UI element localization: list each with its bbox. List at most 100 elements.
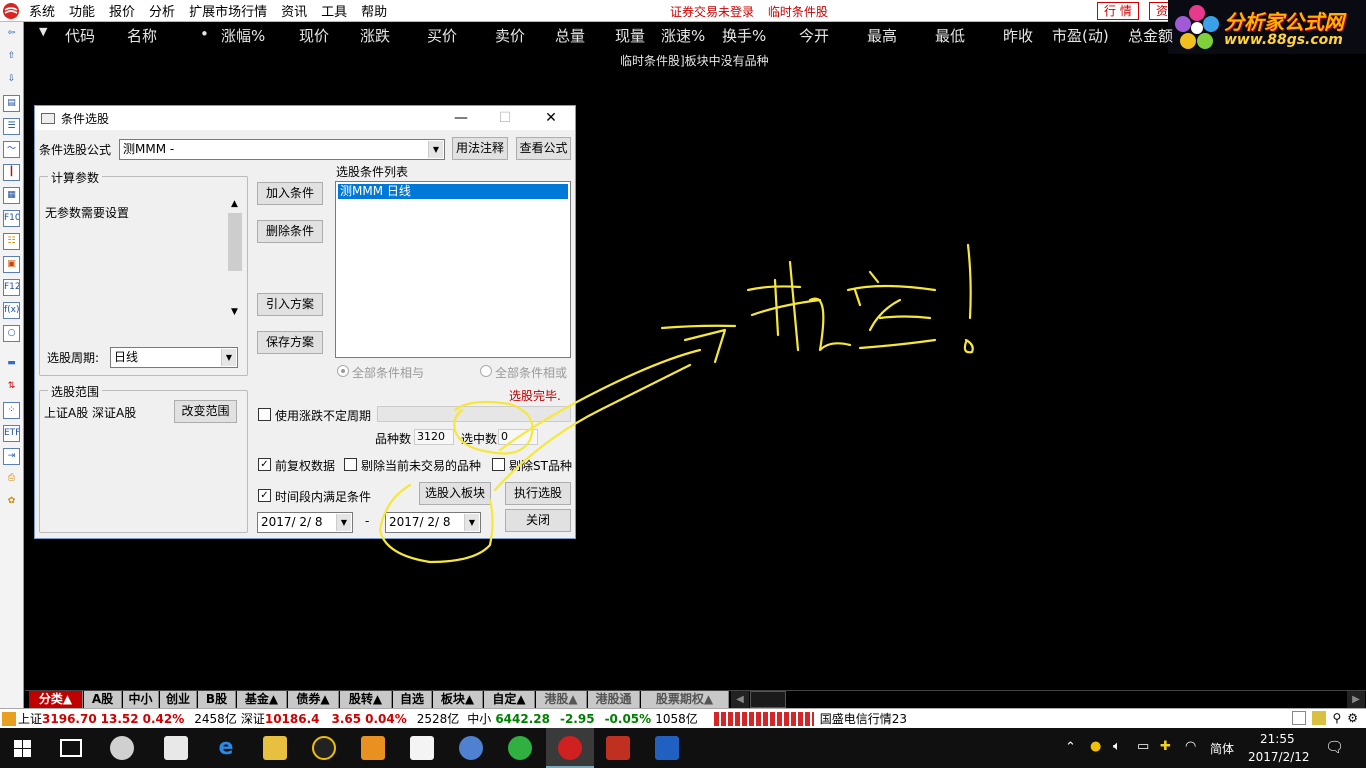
back-arrow-icon[interactable]: ⇦ xyxy=(3,26,20,43)
notification-icon[interactable]: 🗨︎ xyxy=(1325,738,1344,756)
line-chart-icon[interactable]: 〜 xyxy=(3,141,20,158)
scroll-right-icon[interactable]: ▶ xyxy=(1347,691,1365,708)
tab-stock-options[interactable]: 股票期权▲ xyxy=(641,691,729,708)
col-amount[interactable]: 总金额 xyxy=(1128,25,1173,46)
print-icon[interactable]: ⎙ xyxy=(3,471,20,488)
tab-funds[interactable]: 基金▲ xyxy=(237,691,287,708)
execute-screen-button[interactable]: 执行选股 xyxy=(505,482,571,505)
f12-icon[interactable]: F12 xyxy=(3,279,20,296)
chevron-down-icon[interactable]: ▼ xyxy=(464,514,479,531)
col-open[interactable]: 今开 xyxy=(799,25,829,46)
sz-index-value[interactable]: 10186.4 xyxy=(265,712,320,726)
scroll-thumb[interactable] xyxy=(228,213,242,271)
view-formula-button[interactable]: 查看公式 xyxy=(516,137,571,160)
file-explorer-icon[interactable] xyxy=(263,736,287,760)
tab-b-shares[interactable]: B股 xyxy=(198,691,236,708)
col-volume[interactable]: 总量 xyxy=(555,25,585,46)
tab-transfer[interactable]: 股转▲ xyxy=(340,691,392,708)
list-item[interactable]: 测MMM 日线 xyxy=(338,184,568,199)
edge-icon[interactable]: e xyxy=(214,736,238,760)
condition-list[interactable]: 测MMM 日线 xyxy=(335,181,571,358)
tab-hk-connect[interactable]: 港股通 xyxy=(588,691,640,708)
add-condition-button[interactable]: 加入条件 xyxy=(257,182,323,205)
news-icon[interactable]: ☷ xyxy=(3,233,20,250)
radio-all-or[interactable] xyxy=(480,365,492,377)
app-swirl-icon[interactable] xyxy=(110,736,134,760)
col-speed[interactable]: 涨速% xyxy=(661,25,705,46)
quote-button[interactable]: 行 情 xyxy=(1097,2,1139,20)
tab-a-shares[interactable]: A股 xyxy=(84,691,122,708)
tray-plus-icon[interactable]: ✚ xyxy=(1160,739,1171,754)
store-icon[interactable] xyxy=(164,736,188,760)
col-prev-close[interactable]: 昨收 xyxy=(1003,25,1033,46)
adjust-checkbox[interactable]: ✓ xyxy=(258,458,271,471)
time-range-checkbox[interactable]: ✓ xyxy=(258,489,271,502)
sort-icon[interactable]: ⇅ xyxy=(3,379,20,396)
f10-icon[interactable]: F10 xyxy=(3,210,20,227)
chevron-down-icon[interactable]: ▼ xyxy=(336,514,351,531)
tab-hk-stocks[interactable]: 港股▲ xyxy=(536,691,587,708)
document-icon[interactable] xyxy=(410,736,434,760)
column-menu-arrow[interactable]: ▼ xyxy=(39,25,47,38)
scroll-up-icon[interactable]: ▲ xyxy=(231,199,238,209)
exclude-st-checkbox[interactable] xyxy=(492,458,505,471)
date-to-picker[interactable]: 2017/ 2/ 8 ▼ xyxy=(385,512,481,533)
up-arrow-icon[interactable]: ⇧ xyxy=(3,49,20,66)
usage-notes-button[interactable]: 用法注释 xyxy=(452,137,508,160)
task-view-icon[interactable] xyxy=(60,739,82,757)
save-plan-button[interactable]: 保存方案 xyxy=(257,331,323,354)
tab-bonds[interactable]: 债券▲ xyxy=(288,691,339,708)
params-scrollbar[interactable]: ▲ ▼ xyxy=(227,197,243,321)
col-change-pct[interactable]: 涨幅% xyxy=(221,25,265,46)
list-icon[interactable]: ☰ xyxy=(3,118,20,135)
date-from-picker[interactable]: 2017/ 2/ 8 ▼ xyxy=(257,512,353,533)
windows-start-icon[interactable] xyxy=(14,740,31,757)
change-range-button[interactable]: 改变范围 xyxy=(174,400,237,423)
radio-all-and[interactable] xyxy=(337,365,349,377)
add-to-block-button[interactable]: 选股入板块 xyxy=(419,482,491,505)
col-low[interactable]: 最低 xyxy=(935,25,965,46)
col-name[interactable]: 名称 xyxy=(127,25,157,46)
tab-category[interactable]: 分类▲ xyxy=(29,691,83,708)
network-icon[interactable]: ⚙ xyxy=(1347,711,1358,725)
menu-function[interactable]: 功能 xyxy=(62,1,102,20)
menu-news[interactable]: 资讯 xyxy=(274,1,314,20)
index-menu-icon[interactable] xyxy=(2,711,16,726)
minimize-icon[interactable]: — xyxy=(439,106,483,130)
battery-icon[interactable]: ▭ xyxy=(1137,739,1149,754)
period-select[interactable]: 日线 ▼ xyxy=(110,347,238,368)
scroll-down-icon[interactable]: ▼ xyxy=(231,307,238,317)
col-bid[interactable]: 买价 xyxy=(427,25,457,46)
settings-icon[interactable]: ✿ xyxy=(3,494,20,511)
col-code[interactable]: 代码 xyxy=(65,25,95,46)
col-high[interactable]: 最高 xyxy=(867,25,897,46)
menu-system[interactable]: 系统 xyxy=(22,1,62,20)
input-language[interactable]: 简体 xyxy=(1210,740,1234,757)
tab-sme[interactable]: 中小 xyxy=(123,691,159,708)
folder-icon[interactable]: ▬ xyxy=(3,356,20,373)
etf-icon[interactable]: ETF xyxy=(3,425,20,442)
dialog-titlebar[interactable]: 条件选股 — ☐ ✕ xyxy=(35,106,575,130)
chevron-down-icon[interactable]: ▼ xyxy=(428,141,443,158)
tab-scroll-thumb[interactable] xyxy=(750,691,786,708)
col-pe[interactable]: 市盈(动) xyxy=(1052,25,1109,46)
login-status[interactable]: 证券交易未登录 xyxy=(670,5,754,19)
col-ask[interactable]: 卖价 xyxy=(495,25,525,46)
clock-date[interactable]: 2017/2/12 xyxy=(1248,750,1310,764)
word-icon[interactable] xyxy=(655,736,679,760)
delete-condition-button[interactable]: 删除条件 xyxy=(257,220,323,243)
stock-app-icon[interactable] xyxy=(558,736,582,760)
circle-icon[interactable]: ○ xyxy=(3,325,20,342)
import-plan-button[interactable]: 引入方案 xyxy=(257,293,323,316)
formula-icon[interactable]: f(x) xyxy=(3,302,20,319)
export-icon[interactable]: ⇥ xyxy=(3,448,20,465)
col-turnover[interactable]: 换手% xyxy=(722,25,766,46)
media-player-icon[interactable] xyxy=(361,736,385,760)
paint-icon[interactable] xyxy=(459,736,483,760)
notice-icon[interactable] xyxy=(1312,711,1327,725)
tab-sectors[interactable]: 板块▲ xyxy=(433,691,483,708)
report-icon[interactable]: ▤ xyxy=(3,95,20,112)
grid-icon[interactable]: ⁘ xyxy=(3,402,20,419)
close-button[interactable]: 关闭 xyxy=(505,509,571,532)
zx-index-value[interactable]: 6442.28 xyxy=(495,712,550,726)
